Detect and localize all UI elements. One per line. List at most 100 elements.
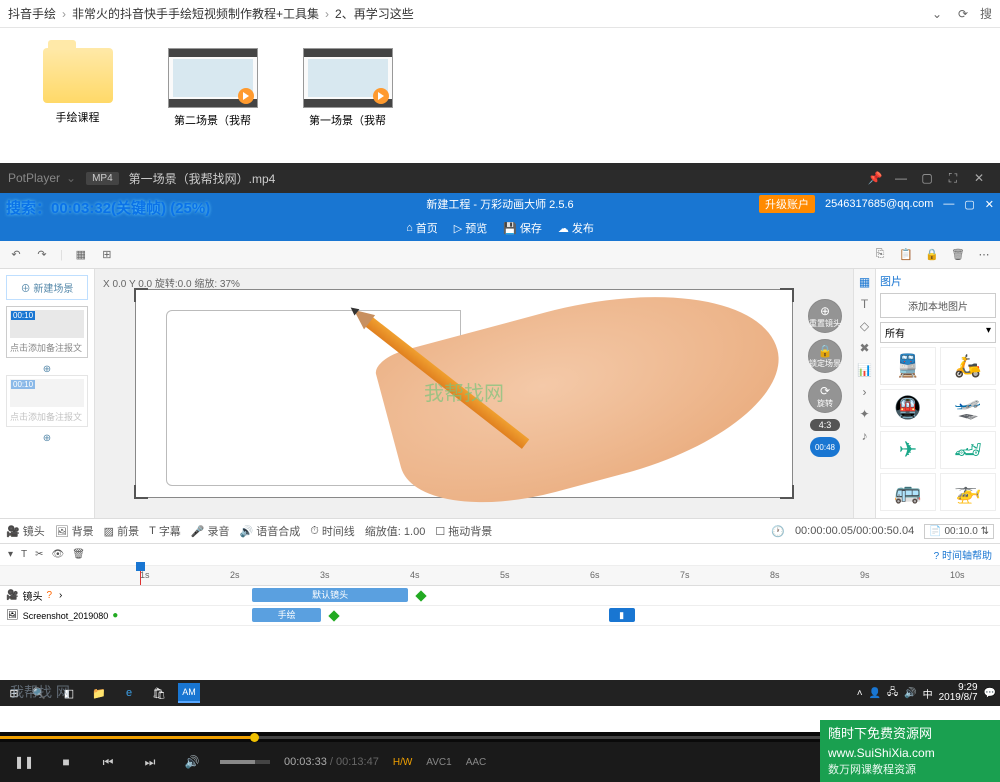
keyframe-icon[interactable] xyxy=(328,610,339,621)
volume-icon[interactable]: 🔊 xyxy=(178,748,206,776)
minimize-icon[interactable]: — xyxy=(888,169,914,187)
fullscreen-icon[interactable]: ⛶ xyxy=(940,169,966,187)
paste-icon[interactable]: 📋 xyxy=(898,247,914,263)
clipart-heli[interactable]: 🚁 xyxy=(940,473,996,511)
prev-button[interactable]: ⏮ xyxy=(94,748,122,776)
video-viewport[interactable]: 搜索：00:03:32(关键帧) (25%) 新建工程 - 万彩动画大师 2.5… xyxy=(0,193,1000,732)
close-icon[interactable]: ✕ xyxy=(985,198,994,211)
tab-bg[interactable]: 🖼 背景 xyxy=(55,523,94,539)
lock-scene-button[interactable]: 🔒锁定场景 xyxy=(808,339,842,373)
track-row[interactable]: 🖼Screenshot_2019080● 手绘 ▮ xyxy=(0,606,1000,626)
chevron-down-icon[interactable]: ⌄ xyxy=(66,171,76,185)
filter-icon[interactable]: ▾ xyxy=(8,549,13,560)
audio-icon[interactable]: ♪ xyxy=(862,429,868,443)
clipart-metro[interactable]: 🚇 xyxy=(880,389,936,427)
crumb[interactable]: 抖音手绘 xyxy=(8,5,56,22)
dropdown-icon[interactable]: ⌄ xyxy=(928,5,946,23)
undo-icon[interactable]: ↶ xyxy=(8,247,24,263)
tab-timeline[interactable]: ⏱ 时间线 xyxy=(310,523,355,539)
account-label[interactable]: 2546317685@qq.com xyxy=(825,198,933,210)
timeline-clip[interactable]: 默认镜头 xyxy=(252,588,409,602)
rotate-button[interactable]: ⟳旋转 xyxy=(808,379,842,413)
hw-decode-badge[interactable]: H/W xyxy=(393,757,412,768)
duration-input[interactable]: 📄 00:10.0 ⇅ xyxy=(924,524,994,539)
clipart-jet[interactable]: ✈ xyxy=(880,431,936,469)
minimize-icon[interactable]: — xyxy=(943,198,954,210)
tray-volume-icon[interactable]: 🔊 xyxy=(904,688,916,699)
tray-up-icon[interactable]: ˄ xyxy=(857,688,863,699)
canvas-area[interactable]: X 0.0 Y 0.0 旋转:0.0 缩放: 37% 我帮找网 ⊕重置镜头 🔒锁… xyxy=(95,269,853,518)
folder-item[interactable]: 手绘课程 xyxy=(30,48,125,153)
eye-icon[interactable]: 👁 xyxy=(52,549,65,560)
new-scene-button[interactable]: ⊕ 新建场景 xyxy=(6,275,88,300)
text-tool-icon[interactable]: T xyxy=(861,297,868,311)
align-icon[interactable]: ▦ xyxy=(73,247,89,263)
keyframe-icon[interactable] xyxy=(415,590,426,601)
playhead[interactable] xyxy=(140,566,141,585)
clipart-bus[interactable]: 🚌 xyxy=(880,473,936,511)
clipart-car[interactable]: 🏎 xyxy=(940,431,996,469)
store-icon[interactable]: 🛍 xyxy=(148,683,170,703)
upgrade-badge[interactable]: 升级账户 xyxy=(759,195,815,213)
video-item[interactable]: 第二场景（我帮 xyxy=(165,48,260,153)
menu-preview[interactable]: ▷ 预览 xyxy=(454,220,487,236)
crumb[interactable]: 非常火的抖音快手手绘短视频制作教程+工具集 xyxy=(72,5,319,22)
tray-network-icon[interactable]: 🖧 xyxy=(887,685,898,702)
next-button[interactable]: ⏭ xyxy=(136,748,164,776)
image-filter-select[interactable]: 所有▾ xyxy=(880,322,996,343)
delete-icon[interactable]: 🗑 xyxy=(72,549,85,560)
settings-icon[interactable]: ✖ xyxy=(859,341,869,355)
group-icon[interactable]: ⊞ xyxy=(99,247,115,263)
tab-fg[interactable]: ▨ 前景 xyxy=(104,523,139,539)
app-icon[interactable]: AM xyxy=(178,683,200,703)
timeline-marker[interactable]: ▮ xyxy=(609,608,635,622)
clipart-train[interactable]: 🚆 xyxy=(880,347,936,385)
clipart-plane[interactable]: 🛫 xyxy=(940,389,996,427)
scene-caption[interactable]: 点击添加备注报文 xyxy=(10,341,84,354)
maximize-icon[interactable]: ▢ xyxy=(914,169,940,187)
scene-item[interactable]: 00:10 点击添加备注报文 xyxy=(6,306,88,358)
tab-record[interactable]: 🎤 录音 xyxy=(191,523,230,539)
delete-icon[interactable]: 🗑 xyxy=(950,247,966,263)
menu-publish[interactable]: ☁ 发布 xyxy=(558,220,594,236)
shape-tool-icon[interactable]: ◇ xyxy=(860,319,869,333)
add-local-image-button[interactable]: 添加本地图片 xyxy=(880,293,996,318)
timeline-clip[interactable]: 手绘 xyxy=(252,608,322,622)
lock-icon[interactable]: 🔒 xyxy=(924,247,940,263)
scene-time-badge[interactable]: 00:48 xyxy=(810,437,840,457)
close-icon[interactable]: ✕ xyxy=(966,169,992,187)
crumb[interactable]: 2、再学习这些 xyxy=(335,5,414,22)
redo-icon[interactable]: ↷ xyxy=(34,247,50,263)
reset-camera-button[interactable]: ⊕重置镜头 xyxy=(808,299,842,333)
timeline-ruler[interactable]: 1s 2s 3s 4s 5s 6s 7s 8s 9s 10s xyxy=(0,566,1000,586)
track-row[interactable]: 🎥镜头?› 默认镜头 xyxy=(0,586,1000,606)
more-icon[interactable]: ⋯ xyxy=(976,247,992,263)
tray-clock[interactable]: 9:29 2019/8/7 xyxy=(939,683,978,703)
video-item[interactable]: 第一场景（我帮 xyxy=(300,48,395,153)
canvas-stage[interactable]: 我帮找网 xyxy=(135,289,793,498)
cut-icon[interactable]: ✂ xyxy=(35,549,43,560)
copy-icon[interactable]: ⎘ xyxy=(872,247,888,263)
explorer-icon[interactable]: 📁 xyxy=(88,683,110,703)
pause-button[interactable]: ❚❚ xyxy=(10,748,38,776)
timeline-help-link[interactable]: ? 时间轴帮助 xyxy=(934,547,992,562)
tray-people-icon[interactable]: 👤 xyxy=(869,688,881,699)
maximize-icon[interactable]: ▢ xyxy=(964,198,974,211)
tab-camera[interactable]: 🎥 镜头 xyxy=(6,523,45,539)
menu-home[interactable]: ⌂ 首页 xyxy=(406,220,438,236)
text-icon[interactable]: T xyxy=(21,549,27,560)
effect-icon[interactable]: ✦ xyxy=(859,407,869,421)
refresh-icon[interactable]: ⟳ xyxy=(954,5,972,23)
tab-tts[interactable]: 🔊 语音合成 xyxy=(240,523,301,539)
potplayer-titlebar[interactable]: PotPlayer ⌄ MP4 第一场景（我帮找网）.mp4 📌 — ▢ ⛶ ✕ xyxy=(0,163,1000,193)
stop-button[interactable]: ■ xyxy=(52,748,80,776)
add-icon[interactable]: ⊕ xyxy=(6,433,88,444)
tray-notification-icon[interactable]: 💬 xyxy=(984,688,996,699)
edge-icon[interactable]: e xyxy=(118,683,140,703)
add-icon[interactable]: ⊕ xyxy=(6,364,88,375)
breadcrumb[interactable]: 抖音手绘 › 非常火的抖音快手手绘短视频制作教程+工具集 › 2、再学习这些 xyxy=(8,5,928,22)
search-hint[interactable]: 搜 xyxy=(980,5,992,22)
pin-icon[interactable]: 📌 xyxy=(862,169,888,187)
scene-item[interactable]: 00:10 点击添加备注报文 xyxy=(6,375,88,427)
tray-ime-icon[interactable]: 中 xyxy=(923,686,933,701)
